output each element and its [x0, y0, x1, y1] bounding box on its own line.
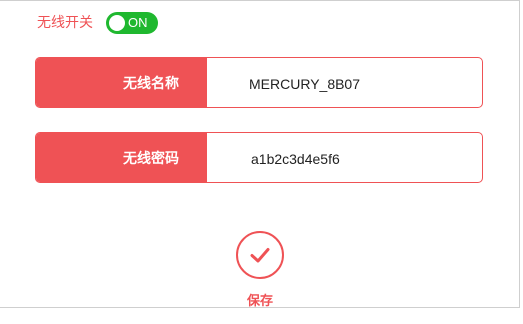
save-button[interactable]	[236, 231, 284, 279]
ssid-input[interactable]	[207, 58, 482, 107]
save-label[interactable]: 保存	[236, 290, 284, 309]
password-label: 无线密码	[36, 133, 207, 182]
ssid-label: 无线名称	[36, 58, 207, 107]
wireless-switch-row: 无线开关 ON	[37, 12, 158, 34]
ssid-field: 无线名称	[35, 57, 483, 108]
toggle-state-text: ON	[128, 15, 148, 30]
wireless-switch-label: 无线开关	[37, 15, 93, 31]
wireless-switch-toggle[interactable]: ON	[106, 12, 158, 34]
toggle-knob	[109, 15, 125, 31]
check-icon	[250, 248, 270, 263]
password-field: 无线密码	[35, 132, 483, 183]
password-input[interactable]	[207, 133, 482, 182]
settings-panel: 无线开关 ON 无线名称 无线密码 保存	[0, 0, 520, 309]
